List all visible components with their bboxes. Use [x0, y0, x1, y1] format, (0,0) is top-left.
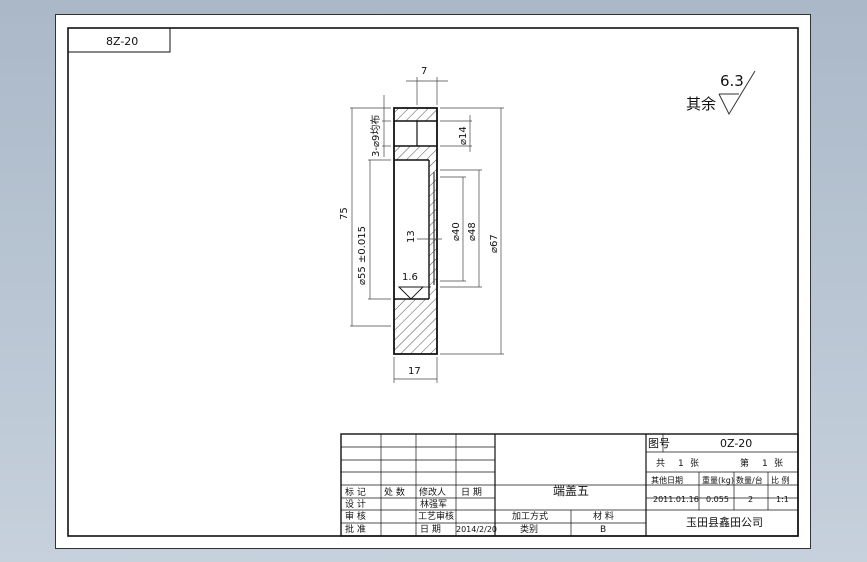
header-weight: 重量(kg) [702, 475, 734, 485]
value-scale: 1:1 [776, 495, 789, 504]
sheets-page: 1 [762, 459, 768, 469]
process-label: 加工方式 [512, 510, 548, 522]
design-label: 设 计 [345, 498, 366, 510]
dim-step: 13 [406, 230, 417, 243]
material-label: 材 料 [593, 510, 614, 522]
company-name: 玉田县鑫田公司 [686, 515, 763, 529]
drawing-sheet: 8Z-20 其余 6.3 7 17 75 ⌀55 ±0.015 3-⌀9均布 ⌀… [55, 14, 811, 549]
roughness-symbol: 其余 6.3 [686, 70, 756, 116]
value-weight: 0.055 [706, 495, 729, 504]
sheets-total: 1 [678, 459, 684, 469]
header-other-date: 其他日期 [651, 475, 683, 485]
dim-bore-fit: ⌀55 ±0.015 [357, 226, 368, 285]
design-value: 林强军 [420, 498, 447, 510]
rev-header-count: 处 数 [384, 486, 405, 498]
category-label: 类别 [520, 523, 538, 535]
dim-d48: ⌀48 [467, 222, 478, 241]
dim-width-bottom: 17 [408, 366, 421, 377]
drawing-no: 0Z-20 [720, 437, 752, 450]
sheets-page-unit: 张 [774, 458, 783, 469]
header-scale: 比 例 [771, 475, 790, 485]
value-other-date: 2011.01.16 [653, 495, 699, 504]
roughness-value: 6.3 [720, 72, 744, 90]
dim-surface-roughness: 1.6 [402, 272, 418, 283]
sheets-total-label: 共 [656, 458, 665, 469]
rev-header-modifier: 修改人 [419, 486, 446, 498]
dim-d14: ⌀14 [458, 126, 469, 145]
material-value: B [600, 525, 606, 535]
rev-header-date: 日 期 [461, 487, 482, 498]
review-value: 工艺审核 [418, 510, 454, 522]
dim-total-height: 75 [339, 207, 350, 220]
drawing-code: 8Z-20 [106, 35, 138, 48]
rev-header-mark: 标 记 [345, 486, 366, 498]
drawing-no-label: 图号 [648, 437, 670, 450]
approve-date: 2014/2/20 [456, 525, 497, 534]
sheets-page-label: 第 [740, 457, 749, 469]
value-qty: 2 [748, 495, 753, 504]
sheets-total-unit: 张 [690, 458, 699, 469]
dim-holes: 3-⌀9均布 [370, 115, 382, 157]
roughness-prefix: 其余 [686, 95, 716, 113]
approve-label: 批 准 [345, 523, 366, 535]
approve-date-label: 日 期 [420, 524, 441, 535]
header-qty: 数量/台 [736, 475, 763, 485]
dim-d67: ⌀67 [489, 234, 500, 253]
review-label: 审 核 [345, 510, 366, 522]
dim-d40: ⌀40 [451, 222, 462, 241]
dim-width-top: 7 [421, 66, 427, 77]
drawing-canvas: 8Z-20 其余 6.3 7 17 75 ⌀55 ±0.015 3-⌀9均布 ⌀… [67, 27, 799, 537]
part-name: 端盖五 [553, 484, 589, 498]
